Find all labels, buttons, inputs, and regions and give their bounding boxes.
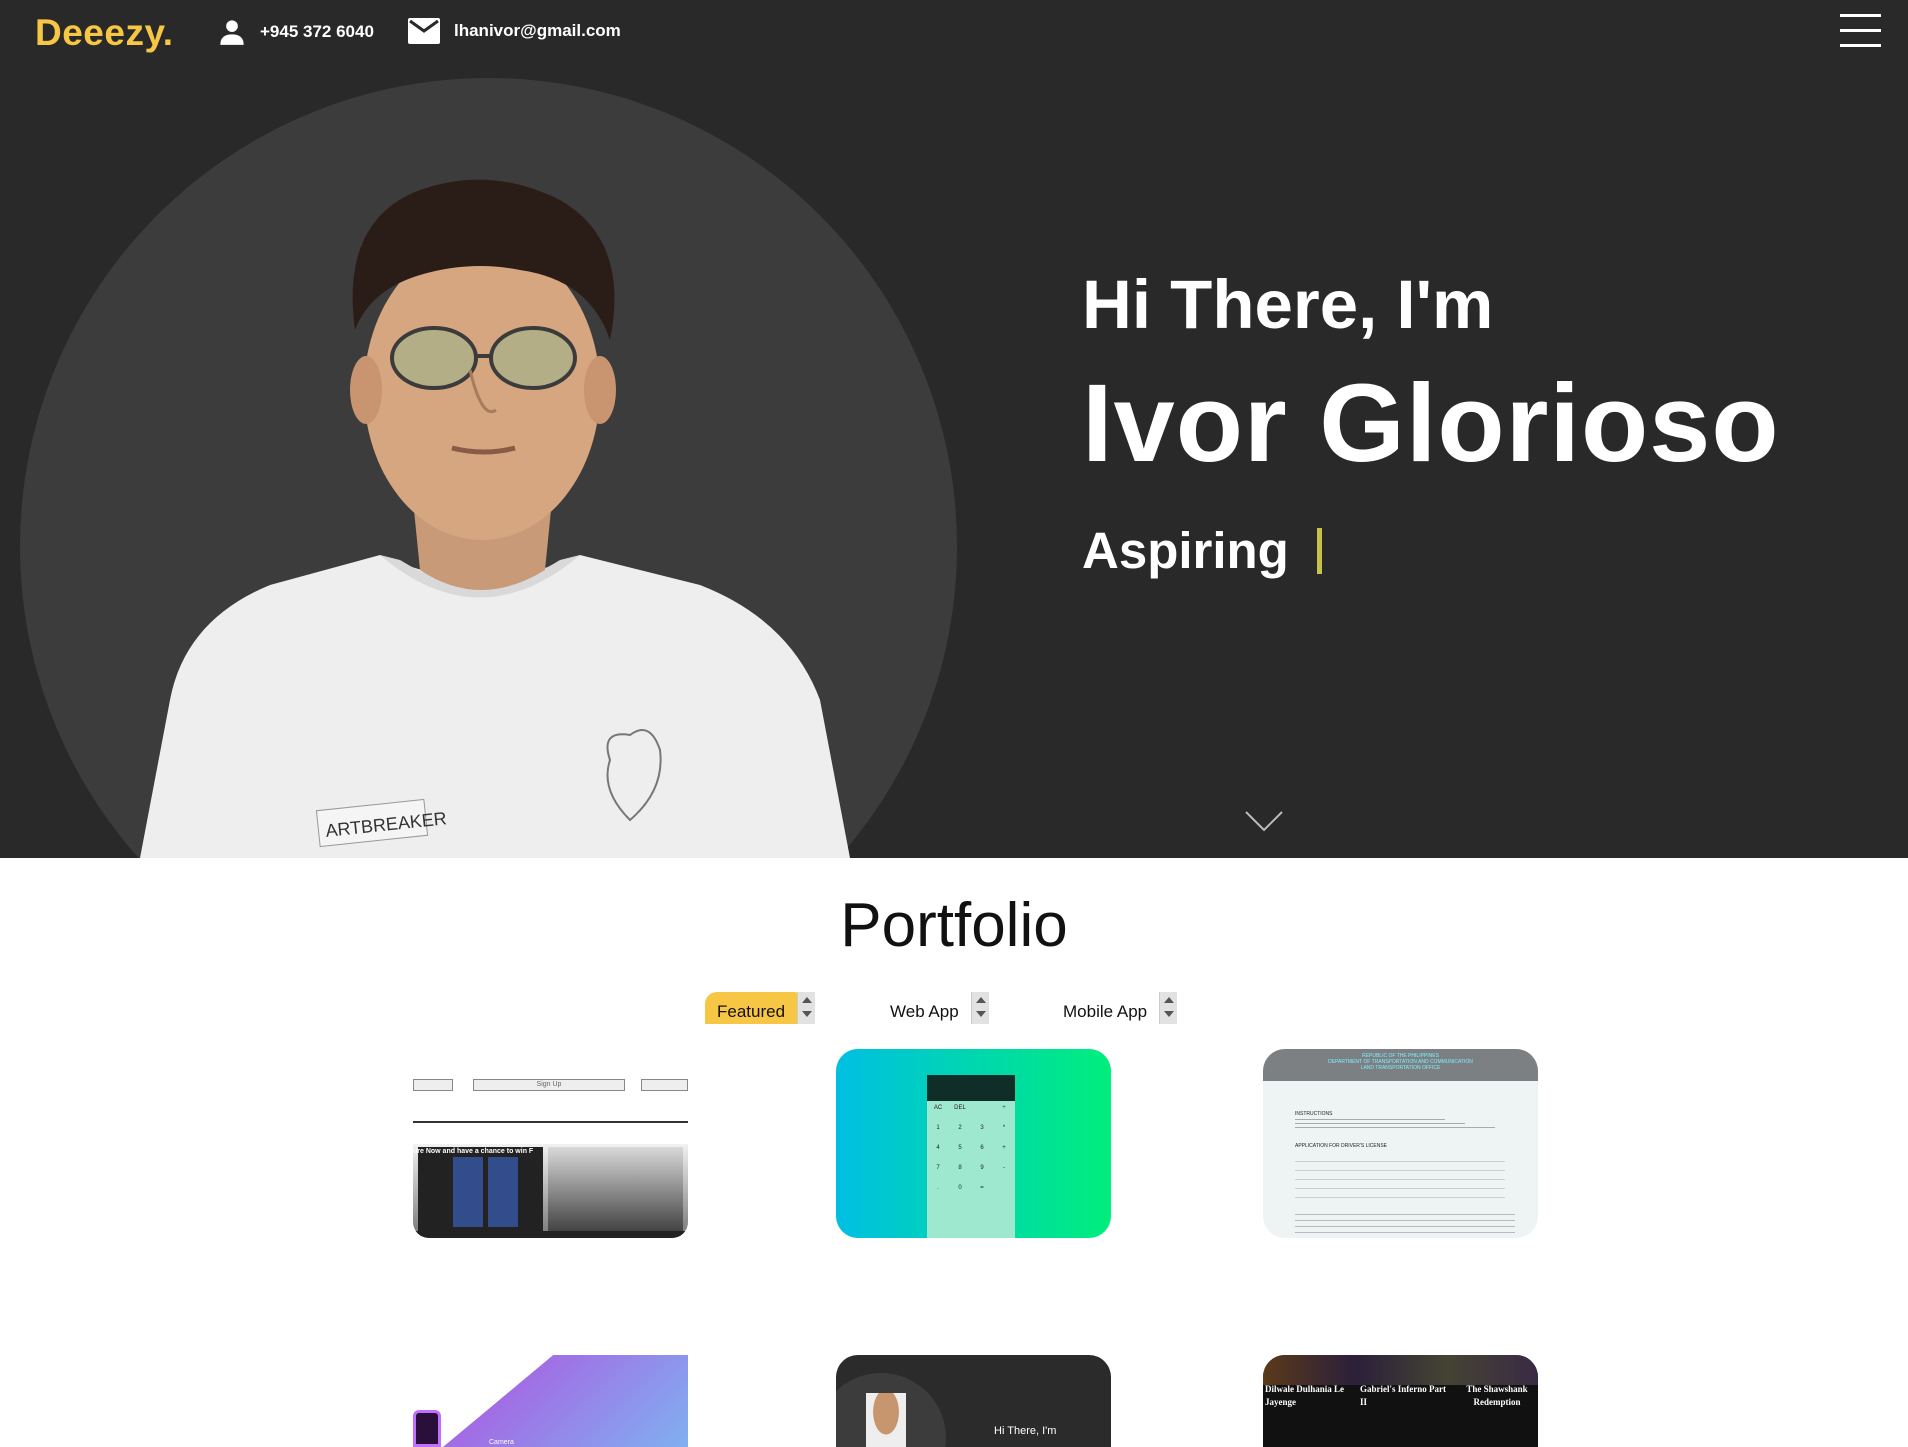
hero-intro: Hi There, I'm Ivor Glorioso Aspiring [1082,270,1780,580]
site-logo[interactable]: Deeezy. [35,12,174,54]
calc-key: 7 [936,1165,940,1171]
chevron-down-icon[interactable] [1244,810,1284,834]
portfolio-card-lto-form[interactable]: REPUBLIC OF THE PHILIPPINES DEPARTMENT O… [1263,1049,1538,1238]
calc-key: + [1002,1145,1006,1151]
spinner-arrows-icon[interactable] [1159,992,1178,1024]
form-heading-1: REPUBLIC OF THE PHILIPPINES [1362,1053,1439,1059]
calc-key: DEL [954,1105,966,1111]
portfolio-card-personal-site[interactable]: Hi There, I'm [836,1355,1111,1447]
hero-greeting: Hi There, I'm [1082,266,1494,343]
profile-photo: ARTBREAKER [140,179,850,858]
filter-label: Web App [890,1002,959,1021]
calc-key: 8 [958,1165,962,1171]
hero-section: ARTBREAKER Deeezy. +945 372 6040 lhanivo… [0,0,1908,858]
calc-key: 3 [980,1125,984,1131]
form-heading-3: LAND TRANSPORTATION OFFICE [1360,1065,1441,1071]
hero-role: Aspiring [1082,521,1780,580]
hero-name: Ivor Glorioso [1082,362,1780,485]
form-section-label: INSTRUCTIONS [1295,1111,1333,1117]
typing-cursor [1316,527,1322,574]
calc-key: = [980,1185,984,1191]
calc-key: ÷ [1002,1105,1006,1111]
calc-key: 0 [958,1185,962,1191]
calc-key: . [937,1185,939,1191]
contact-phone[interactable]: +945 372 6040 [218,18,374,46]
email-address: lhanivor@gmail.com [454,21,621,40]
filter-featured[interactable]: Featured [705,992,816,1024]
portfolio-card-calculator[interactable]: AC DEL ÷ 1 2 3 * 4 5 6 + 7 8 9 - . 0 = [836,1049,1111,1238]
filter-label: Featured [705,992,798,1024]
spinner-arrows-icon[interactable] [797,992,816,1024]
portfolio-title: Portfolio [840,891,1068,960]
filter-web-app[interactable]: Web App [878,992,989,1024]
calc-key: 5 [958,1145,962,1151]
portfolio-card-mobile-app[interactable]: Camera [413,1355,688,1447]
top-navigation-bar: Deeezy. +945 372 6040 lhanivor@gmail.com [0,0,1908,64]
movie-title: Dilwale Dulhania Le Jayenge [1265,1384,1345,1407]
filter-mobile-app[interactable]: Mobile App [1051,992,1178,1024]
movie-title: Gabriel's Inferno Part II [1360,1384,1446,1407]
calc-key: 9 [980,1165,984,1171]
calc-key: AC [933,1105,943,1111]
contact-email[interactable]: lhanivor@gmail.com [408,18,621,44]
calc-key: 2 [958,1125,962,1131]
hamburger-menu-icon[interactable] [1840,14,1881,48]
calc-key: 6 [980,1145,984,1151]
calc-key: 1 [936,1125,940,1131]
movie-title: The Shawshank Redemption [1466,1384,1528,1407]
phone-number: +945 372 6040 [260,22,374,41]
spinner-arrows-icon[interactable] [970,992,989,1024]
form-title: APPLICATION FOR DRIVER'S LICENSE [1295,1143,1387,1149]
filter-label: Mobile App [1063,1002,1148,1021]
card-promo-caption: ure Now and have a chance to win F [413,1148,534,1155]
card-signup-button: Sign Up [473,1079,625,1091]
calc-key: - [1003,1165,1005,1171]
calc-key: * [1002,1125,1006,1131]
portfolio-card-movies[interactable]: Dilwale Dulhania Le Jayenge Gabriel's In… [1263,1355,1538,1447]
calculator-keypad: AC DEL ÷ 1 2 3 * 4 5 6 + 7 8 9 - . 0 = [927,1101,1015,1191]
card-greeting: Hi There, I'm [994,1425,1057,1437]
user-icon [220,20,244,45]
hero-role-text: Aspiring [1082,522,1289,579]
card-camera-label: Camera [489,1439,514,1446]
mail-icon [408,18,440,44]
calc-key: 4 [936,1145,940,1151]
portfolio-card-promo-site[interactable]: Sign Up ure Now and have a chance to win… [413,1049,688,1238]
